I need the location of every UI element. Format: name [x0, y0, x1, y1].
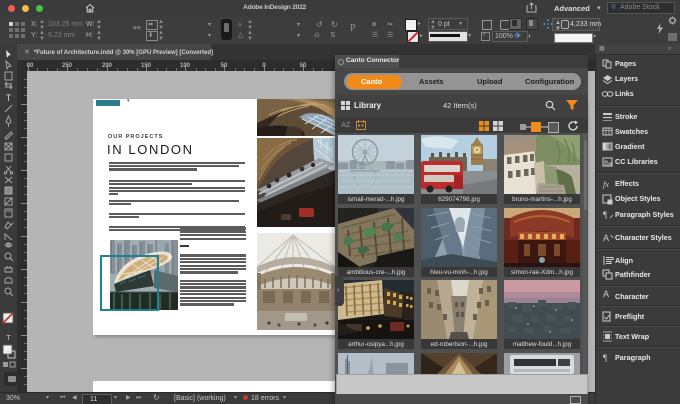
svg-text:00: 00 — [27, 63, 34, 69]
svg-text:150: 150 — [141, 63, 152, 69]
svg-text:A: A — [603, 289, 609, 299]
svg-text:50: 50 — [300, 63, 307, 69]
svg-text:0: 0 — [262, 63, 266, 69]
svg-text:200: 200 — [102, 63, 113, 69]
svg-text:50: 50 — [221, 63, 228, 69]
svg-text:¶: ¶ — [603, 210, 607, 220]
svg-text:¶: ¶ — [603, 353, 607, 363]
svg-text:fx: fx — [603, 180, 609, 189]
svg-text:A: A — [603, 233, 609, 243]
svg-text:250: 250 — [62, 63, 73, 69]
svg-text:T: T — [6, 335, 11, 342]
svg-text:T: T — [6, 93, 12, 103]
svg-text:100: 100 — [180, 63, 191, 69]
